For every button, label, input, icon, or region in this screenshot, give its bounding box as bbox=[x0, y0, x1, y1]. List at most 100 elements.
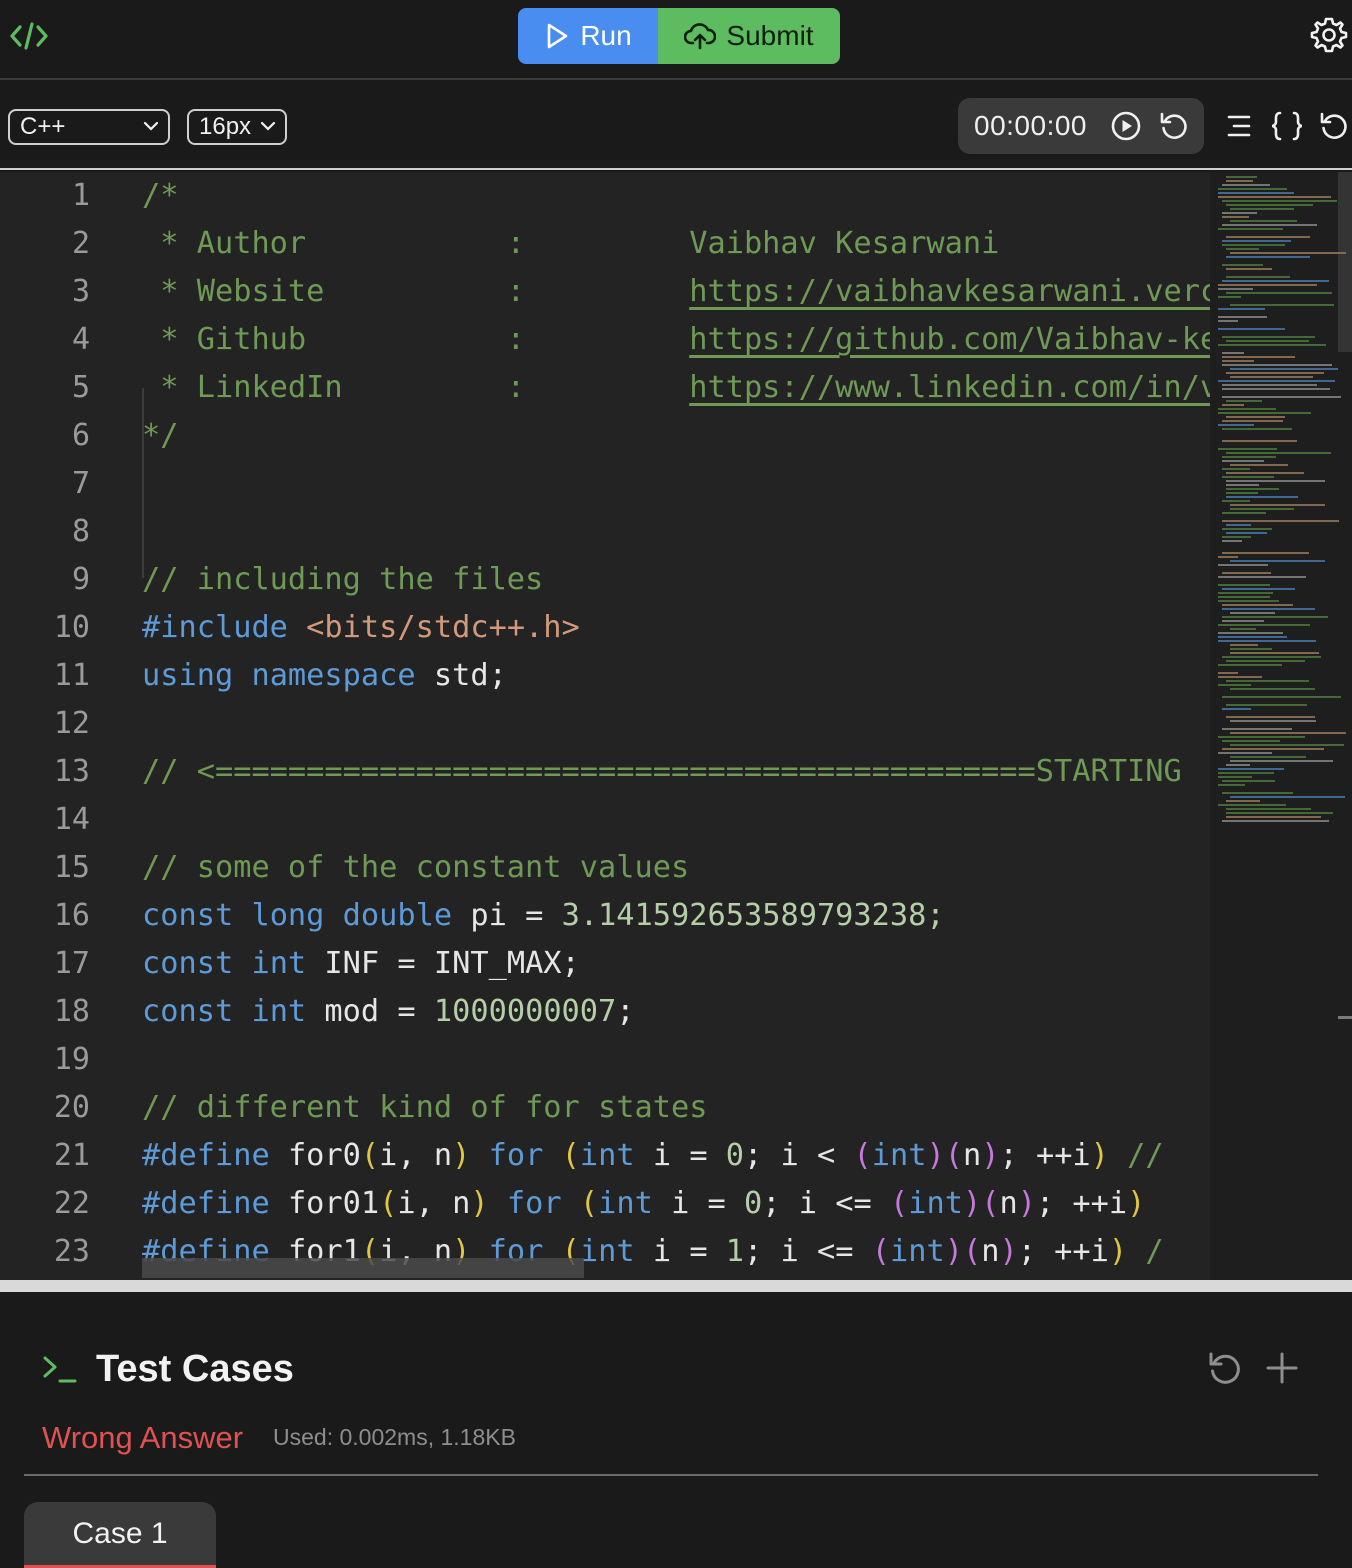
braces-icon[interactable] bbox=[1270, 110, 1304, 142]
font-size-value: 16px bbox=[199, 113, 252, 140]
minimap-line bbox=[1218, 664, 1282, 666]
timer-play-icon[interactable] bbox=[1110, 110, 1142, 142]
minimap-line bbox=[1230, 220, 1297, 222]
line-number: 13 bbox=[53, 754, 90, 789]
keyword: double bbox=[342, 898, 453, 933]
case-tab-label: Case 1 bbox=[72, 1516, 168, 1550]
paren: ) bbox=[470, 1186, 489, 1221]
keyword: const bbox=[142, 898, 234, 933]
minimap-line bbox=[1218, 296, 1241, 298]
identifier: i = bbox=[634, 1138, 726, 1173]
submit-label: Submit bbox=[726, 20, 814, 51]
code-line-1: /* bbox=[142, 178, 179, 213]
tab-case-1[interactable]: Case 1 bbox=[24, 1502, 216, 1568]
minimap-line bbox=[1226, 472, 1304, 474]
preprocessor: #define bbox=[142, 1186, 270, 1221]
comment: * LinkedIn : bbox=[142, 370, 690, 405]
preprocessor: #include bbox=[142, 610, 307, 645]
horizontal-scrollbar[interactable] bbox=[142, 1258, 584, 1278]
minimap-line bbox=[1222, 620, 1264, 622]
keyword: int bbox=[908, 1186, 963, 1221]
reset-code-icon[interactable] bbox=[1318, 110, 1350, 142]
minimap-line bbox=[1222, 820, 1329, 822]
paren: )( bbox=[962, 1186, 1000, 1221]
run-button[interactable]: Run bbox=[518, 8, 658, 64]
identifier: i = bbox=[652, 1186, 745, 1221]
code-logo-icon[interactable] bbox=[8, 18, 50, 54]
identifier: ; ++i bbox=[1035, 1186, 1128, 1221]
minimap-line bbox=[1218, 772, 1274, 774]
minimap-line bbox=[1218, 284, 1317, 286]
line-number-gutter: 1 2 3 4 5 6 7 8 9 10 11 12 13 14 15 16 1… bbox=[0, 172, 110, 1280]
divider bbox=[24, 1474, 1318, 1476]
line-number: 9 bbox=[71, 562, 90, 597]
minimap-line bbox=[1218, 424, 1254, 426]
paren: ( bbox=[889, 1186, 909, 1221]
line-number: 16 bbox=[53, 898, 90, 933]
minimap-line bbox=[1226, 484, 1259, 486]
keyword: int bbox=[598, 1186, 653, 1221]
identifier: std; bbox=[415, 658, 507, 693]
line-number: 17 bbox=[53, 946, 90, 981]
code-editor[interactable]: 1 2 3 4 5 6 7 8 9 10 11 12 13 14 15 16 1… bbox=[0, 172, 1352, 1280]
settings-gear-icon[interactable] bbox=[1310, 16, 1348, 54]
linkedin-link[interactable]: https://www.linkedin.com/in/v bbox=[689, 370, 1210, 405]
run-submit-group: Run Submit bbox=[518, 8, 840, 64]
add-testcase-icon[interactable] bbox=[1264, 1350, 1300, 1386]
font-size-select[interactable]: 16px bbox=[187, 109, 287, 145]
minimap-line bbox=[1218, 188, 1287, 190]
website-link[interactable]: https://vaibhavkesarwani.verc bbox=[689, 274, 1210, 309]
identifier: mod = bbox=[306, 994, 434, 1029]
minimap-line bbox=[1218, 228, 1283, 230]
minimap-line bbox=[1222, 184, 1270, 186]
github-link[interactable]: https://github.com/Vaibhav-ke bbox=[689, 322, 1210, 357]
code-area[interactable]: /* * Author : Vaibhav Kesarwani * Websit… bbox=[142, 172, 1210, 1280]
panel-splitter[interactable] bbox=[0, 1280, 1352, 1292]
minimap-line bbox=[1222, 552, 1309, 554]
minimap[interactable] bbox=[1210, 172, 1352, 1280]
keyword: const bbox=[142, 994, 234, 1029]
code-line-2: * Author : Vaibhav Kesarwani bbox=[142, 220, 999, 268]
run-label: Run bbox=[580, 20, 632, 51]
minimap-line bbox=[1226, 524, 1251, 526]
line-number: 1 bbox=[71, 178, 90, 213]
keyword: int bbox=[871, 1138, 927, 1173]
minimap-line bbox=[1218, 380, 1335, 382]
minimap-line bbox=[1226, 180, 1253, 182]
timer: 00:00:00 bbox=[958, 98, 1204, 154]
minimap-line bbox=[1226, 492, 1258, 494]
minimap-line bbox=[1226, 452, 1331, 454]
minimap-slider[interactable] bbox=[1338, 172, 1352, 352]
code-line-9: // including the files bbox=[142, 562, 544, 597]
language-select[interactable]: C++ bbox=[8, 109, 170, 145]
format-lines-icon[interactable] bbox=[1226, 112, 1252, 140]
line-number: 22 bbox=[53, 1186, 90, 1221]
minimap-line bbox=[1222, 396, 1341, 398]
line-number: 14 bbox=[53, 802, 90, 837]
author-name: Vaibhav Kesarwani bbox=[689, 226, 1000, 261]
preprocessor: #define bbox=[142, 1138, 270, 1173]
minimap-line bbox=[1230, 464, 1288, 466]
minimap-line bbox=[1222, 384, 1317, 386]
minimap-line bbox=[1226, 660, 1305, 662]
minimap-line bbox=[1230, 508, 1294, 510]
minimap-line bbox=[1222, 420, 1283, 422]
minimap-line bbox=[1230, 760, 1333, 762]
minimap-line bbox=[1218, 584, 1270, 586]
identifier: ; i <= bbox=[762, 1186, 890, 1221]
minimap-line bbox=[1222, 740, 1280, 742]
minimap-line bbox=[1222, 456, 1276, 458]
minimap-line bbox=[1218, 684, 1251, 686]
line-number: 20 bbox=[53, 1090, 90, 1125]
minimap-line bbox=[1222, 240, 1291, 242]
minimap-line bbox=[1222, 404, 1244, 406]
resource-usage: Used: 0.002ms, 1.18KB bbox=[273, 1424, 516, 1450]
minimap-line bbox=[1222, 224, 1317, 226]
submit-button[interactable]: Submit bbox=[658, 8, 840, 64]
reset-testcases-icon[interactable] bbox=[1206, 1350, 1244, 1388]
minimap-line bbox=[1226, 716, 1315, 718]
timer-reset-icon[interactable] bbox=[1158, 110, 1190, 142]
keyword: int bbox=[251, 946, 307, 981]
minimap-line bbox=[1226, 808, 1311, 810]
line-number: 4 bbox=[71, 322, 90, 357]
